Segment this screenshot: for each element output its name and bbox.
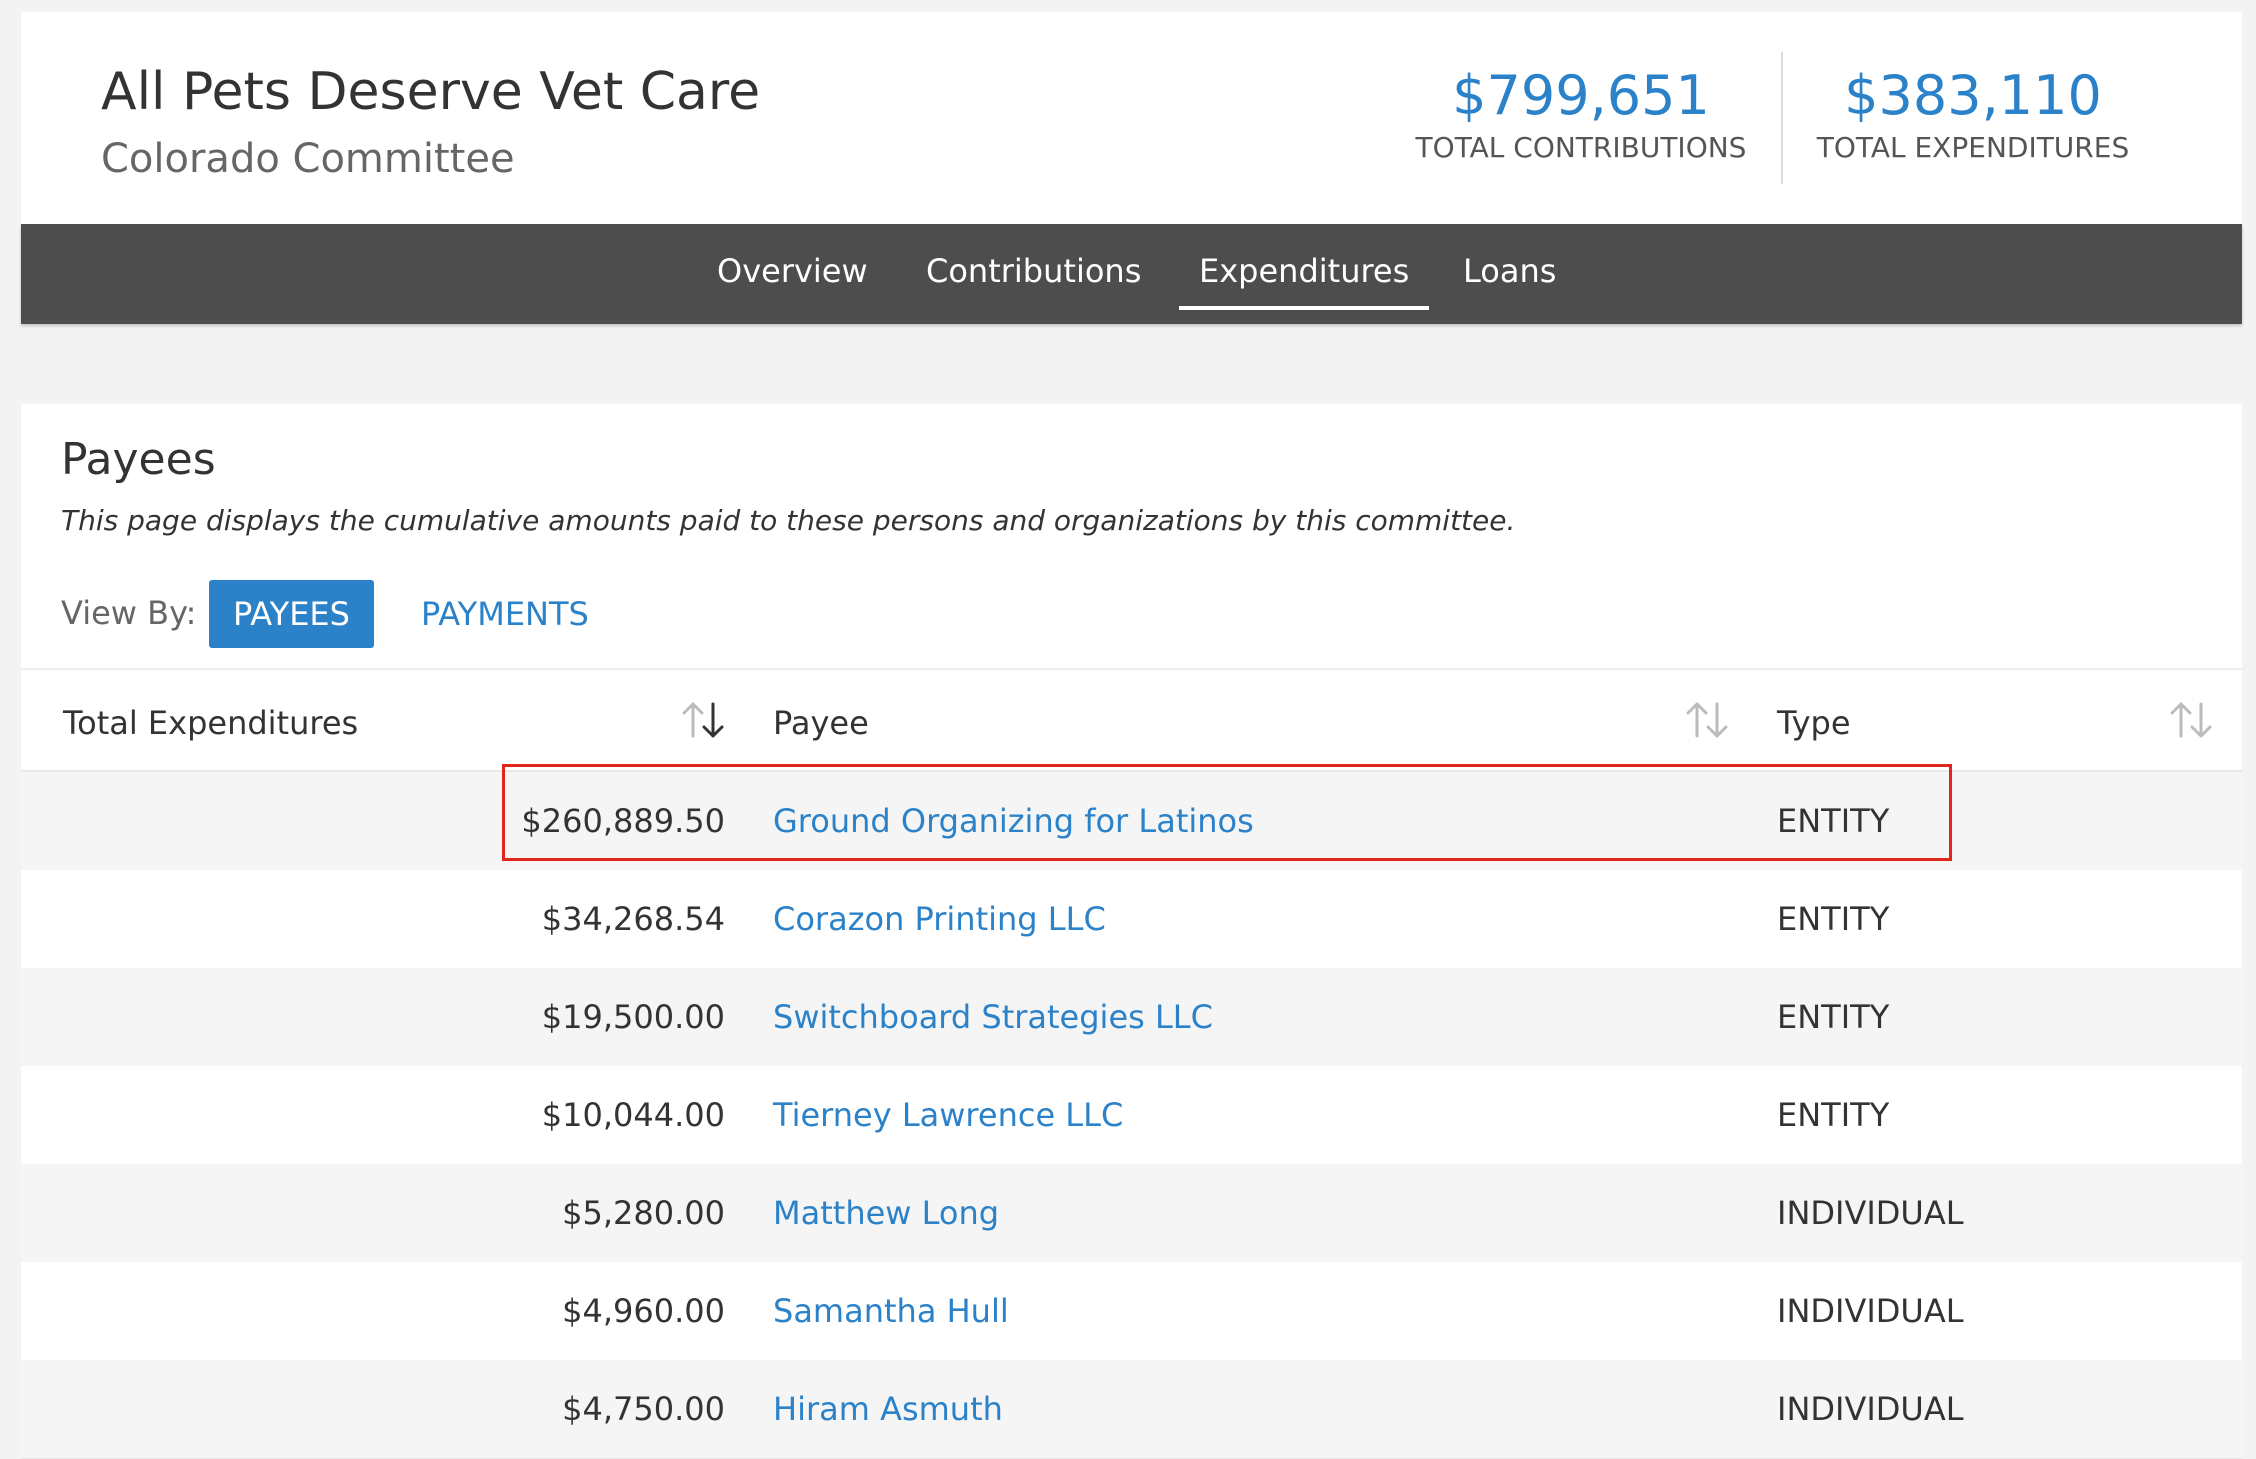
total-expenditures-stat: $383,110 TOTAL EXPENDITURES <box>1773 64 2173 164</box>
row-amount: $10,044.00 <box>541 1096 725 1134</box>
row-amount: $5,280.00 <box>562 1194 725 1232</box>
payee-link[interactable]: Samantha Hull <box>773 1262 1009 1360</box>
payee-link[interactable]: Tierney Lawrence LLC <box>773 1066 1123 1164</box>
row-amount: $4,750.00 <box>562 1390 725 1428</box>
row-type: INDIVIDUAL <box>1777 1194 1964 1232</box>
row-type: ENTITY <box>1777 1096 1890 1134</box>
payee-link[interactable]: Matthew Long <box>773 1164 999 1262</box>
row-type: ENTITY <box>1777 802 1890 840</box>
row-amount: $260,889.50 <box>521 802 725 840</box>
table-row: $5,280.00 Matthew Long INDIVIDUAL <box>21 1164 2242 1263</box>
payee-link[interactable]: Ground Organizing for Latinos <box>773 772 1254 870</box>
section-title: Payees <box>61 434 216 485</box>
committee-navbar: Overview Contributions Expenditures Loan… <box>21 224 2242 324</box>
row-type: ENTITY <box>1777 998 1890 1036</box>
row-amount: $19,500.00 <box>541 998 725 1036</box>
view-by-label: View By: <box>61 594 197 632</box>
column-header-payee[interactable]: Payee <box>773 704 869 742</box>
total-contributions-label: TOTAL CONTRIBUTIONS <box>1415 130 1747 164</box>
row-type: ENTITY <box>1777 900 1890 938</box>
row-type: INDIVIDUAL <box>1777 1390 1964 1428</box>
row-amount: $34,268.54 <box>541 900 725 938</box>
total-contributions-stat: $799,651 TOTAL CONTRIBUTIONS <box>1381 64 1781 164</box>
view-by-payees-button[interactable]: PAYEES <box>209 580 374 648</box>
committee-header: All Pets Deserve Vet Care Colorado Commi… <box>21 12 2242 224</box>
sort-descending-icon[interactable] <box>679 698 727 742</box>
table-row: $34,268.54 Corazon Printing LLC ENTITY <box>21 870 2242 969</box>
tab-contributions[interactable]: Contributions <box>926 252 1141 290</box>
table-row: $260,889.50 Ground Organizing for Latino… <box>21 772 2242 871</box>
tab-loans[interactable]: Loans <box>1463 252 1556 290</box>
payees-card: Payees This page displays the cumulative… <box>21 404 2242 1459</box>
section-description: This page displays the cumulative amount… <box>61 504 1516 537</box>
table-row: $4,750.00 Hiram Asmuth INDIVIDUAL <box>21 1360 2242 1459</box>
tab-expenditures[interactable]: Expenditures <box>1178 252 1430 310</box>
tab-overview[interactable]: Overview <box>717 252 868 290</box>
payee-link[interactable]: Corazon Printing LLC <box>773 870 1106 968</box>
view-by-payments-button[interactable]: PAYMENTS <box>397 580 613 648</box>
payee-link[interactable]: Hiram Asmuth <box>773 1360 1003 1458</box>
row-type: INDIVIDUAL <box>1777 1292 1964 1330</box>
committee-subtitle: Colorado Committee <box>101 136 515 182</box>
sort-icon[interactable] <box>2167 698 2215 742</box>
sort-icon[interactable] <box>1683 698 1731 742</box>
row-amount: $4,960.00 <box>562 1292 725 1330</box>
payee-link[interactable]: Switchboard Strategies LLC <box>773 968 1213 1066</box>
table-row: $19,500.00 Switchboard Strategies LLC EN… <box>21 968 2242 1067</box>
total-contributions-value: $799,651 <box>1452 64 1710 127</box>
table-divider <box>21 668 2242 670</box>
column-header-type[interactable]: Type <box>1777 704 1851 742</box>
column-header-total-expenditures[interactable]: Total Expenditures <box>63 704 358 742</box>
total-expenditures-value: $383,110 <box>1844 64 2102 127</box>
total-expenditures-label: TOTAL EXPENDITURES <box>1816 130 2130 164</box>
table-row: $10,044.00 Tierney Lawrence LLC ENTITY <box>21 1066 2242 1165</box>
table-row: $4,960.00 Samantha Hull INDIVIDUAL <box>21 1262 2242 1361</box>
committee-name: All Pets Deserve Vet Care <box>101 62 761 122</box>
